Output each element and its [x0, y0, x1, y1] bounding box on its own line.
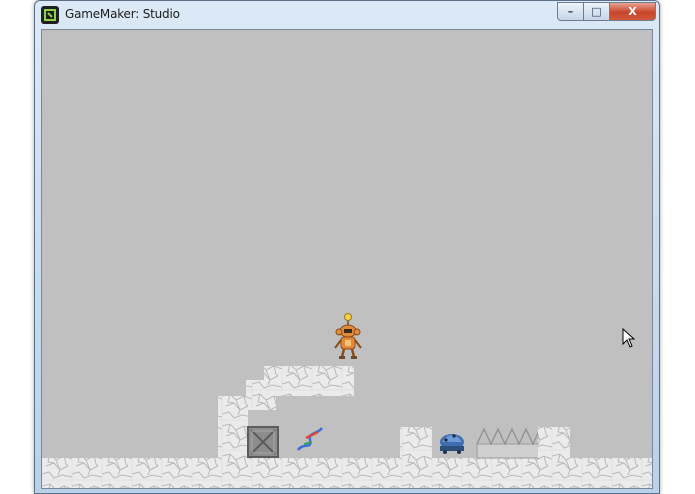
stone-stair-mid: [246, 380, 276, 410]
stone-pillar-right: [538, 427, 570, 458]
player-robot-monkey: [334, 313, 362, 359]
blue-beetle-enemy: [440, 434, 464, 454]
maximize-button[interactable]: □: [584, 2, 610, 21]
close-button[interactable]: X: [610, 2, 656, 21]
window-title: GameMaker: Studio: [65, 7, 180, 21]
game-canvas[interactable]: [41, 29, 653, 489]
whip-item-icon: [297, 427, 324, 451]
crate: [247, 426, 279, 458]
close-icon: X: [628, 5, 637, 18]
game-scene: [42, 313, 652, 488]
stone-pillar-left: [400, 427, 432, 458]
ground: [42, 458, 652, 488]
game-window: GameMaker: Studio – □ X: [34, 0, 660, 494]
stone-stair-top: [264, 366, 354, 396]
stone-stair-low: [218, 396, 248, 458]
maximize-icon: □: [591, 5, 602, 18]
minimize-icon: –: [567, 5, 574, 18]
gamemaker-logo-icon: [41, 6, 59, 24]
mouse-cursor-icon: [622, 328, 636, 348]
minimize-button[interactable]: –: [557, 2, 584, 21]
title-bar[interactable]: GameMaker: Studio – □ X: [35, 1, 659, 29]
spike-trap: [476, 427, 540, 459]
